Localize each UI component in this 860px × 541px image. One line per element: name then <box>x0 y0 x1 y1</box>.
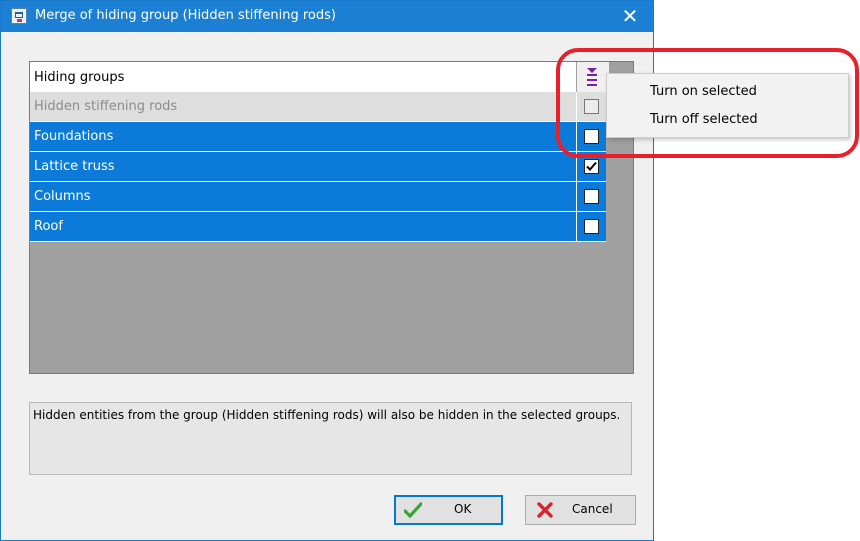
ok-button[interactable]: OK <box>394 495 503 525</box>
row-label: Roof <box>34 219 63 234</box>
check-icon <box>404 502 422 518</box>
ok-label: OK <box>454 502 472 516</box>
title-bar[interactable]: Merge of hiding group (Hidden stiffening… <box>1 1 653 32</box>
row-label: Hidden stiffening rods <box>34 99 178 114</box>
window-title: Merge of hiding group (Hidden stiffening… <box>35 8 336 23</box>
row-label: Foundations <box>34 129 114 144</box>
table-row[interactable]: Roof <box>30 212 576 242</box>
merge-dialog: Merge of hiding group (Hidden stiffening… <box>0 0 654 541</box>
x-icon <box>537 502 553 518</box>
column-header-hiding-groups: Hiding groups <box>34 70 125 85</box>
menu-item-label: Turn off selected <box>650 112 758 127</box>
close-button[interactable]: ✕ <box>607 1 653 32</box>
row-label: Columns <box>34 189 91 204</box>
select-toggle-icon <box>587 68 597 86</box>
cancel-button[interactable]: Cancel <box>525 495 636 525</box>
menu-item-turn-on-selected[interactable]: Turn on selected <box>607 78 848 106</box>
row-checkbox[interactable] <box>584 99 599 114</box>
row-checkbox-cell <box>576 122 606 152</box>
hiding-groups-grid: Hiding groups Hidden stiffening rods Fou… <box>29 61 634 374</box>
select-toggle-button[interactable] <box>577 62 609 92</box>
row-checkbox[interactable] <box>584 219 599 234</box>
row-checkbox[interactable] <box>584 159 599 174</box>
row-label: Lattice truss <box>34 159 115 174</box>
table-row[interactable]: Foundations <box>30 122 576 152</box>
menu-item-turn-off-selected[interactable]: Turn off selected <box>607 106 848 134</box>
table-row[interactable]: Hidden stiffening rods <box>30 92 576 122</box>
row-checkbox-cell <box>576 92 606 122</box>
row-checkbox[interactable] <box>584 189 599 204</box>
row-checkbox-cell <box>576 212 606 242</box>
app-icon <box>11 8 27 24</box>
row-checkbox[interactable] <box>584 129 599 144</box>
row-checkbox-cell <box>576 152 606 182</box>
context-menu: Turn on selected Turn off selected <box>606 73 849 138</box>
table-row[interactable]: Lattice truss <box>30 152 576 182</box>
checkmark-icon <box>586 161 597 171</box>
menu-item-label: Turn on selected <box>650 84 757 99</box>
row-checkbox-cell <box>576 182 606 212</box>
info-message: Hidden entities from the group (Hidden s… <box>29 402 632 475</box>
cancel-label: Cancel <box>572 502 613 516</box>
table-row[interactable]: Columns <box>30 182 576 212</box>
grid-header: Hiding groups <box>30 62 633 92</box>
